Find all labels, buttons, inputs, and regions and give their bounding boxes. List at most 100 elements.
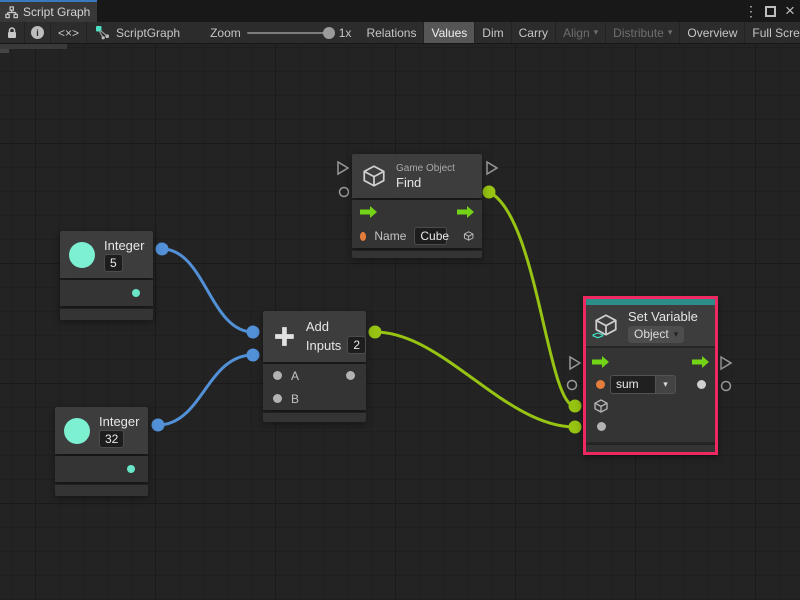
value-input-port[interactable] <box>568 381 577 390</box>
value-output-port[interactable] <box>722 382 731 391</box>
wire-integer32-to-add-b[interactable] <box>158 355 253 425</box>
variable-scope-dropdown[interactable]: Object ▾ <box>628 326 684 343</box>
node-title: Integer <box>99 414 139 429</box>
node-footer <box>60 308 153 320</box>
node-title: Add <box>306 319 366 334</box>
sum-output-port[interactable] <box>346 371 355 380</box>
distribute-button[interactable]: Distribute▾ <box>606 22 680 43</box>
close-icon[interactable]: × <box>782 1 798 21</box>
code-icon: <×> <box>58 26 79 40</box>
graph-name-label: ScriptGraph <box>116 26 180 40</box>
wire-cap <box>569 421 582 434</box>
node-set-variable[interactable]: <> Set Variable Object ▾ sum ▾ <box>583 296 718 455</box>
dim-button[interactable]: Dim <box>475 22 511 43</box>
value-output-port[interactable] <box>697 380 706 389</box>
node-title: Integer <box>104 238 144 253</box>
carry-button[interactable]: Carry <box>512 22 556 43</box>
plus-icon <box>272 324 297 349</box>
node-add[interactable]: Add Inputs 2 A B <box>263 311 366 422</box>
flow-input-port[interactable] <box>570 357 580 369</box>
inputs-count-field[interactable]: 2 <box>347 336 366 354</box>
node-footer <box>352 250 482 258</box>
zoom-slider-handle[interactable] <box>323 27 335 39</box>
input-port-a[interactable] <box>273 371 282 380</box>
chevron-down-icon: ▾ <box>663 379 668 390</box>
gameobject-cube-icon <box>361 163 387 189</box>
node-footer <box>586 444 715 452</box>
value-output-port[interactable] <box>127 465 135 473</box>
gameobject-output-port[interactable] <box>463 228 474 244</box>
input-port-b[interactable] <box>273 394 282 403</box>
integer-type-icon <box>69 242 95 268</box>
align-button[interactable]: Align▾ <box>556 22 606 43</box>
node-integer-5[interactable]: Integer 5 <box>60 231 153 320</box>
value-output-port[interactable] <box>132 289 140 297</box>
wire-cap <box>152 419 165 432</box>
zoom-value: 1x <box>339 26 352 40</box>
wire-cap <box>247 349 260 362</box>
inputs-label: Inputs <box>306 338 341 353</box>
port-label-a: A <box>291 369 299 383</box>
script-graph-icon <box>95 25 110 40</box>
variable-badge-icon: <> <box>592 330 603 342</box>
window-titlebar: Script Graph ⋮ × <box>0 0 800 22</box>
gameobject-input-port[interactable] <box>593 398 609 414</box>
code-view-button[interactable]: <×> <box>51 22 87 43</box>
node-title: Find <box>396 175 455 190</box>
wire-add-to-setvariable[interactable] <box>375 332 575 427</box>
flow-in-arrow-icon[interactable] <box>592 356 609 368</box>
wire-integer5-to-add-a[interactable] <box>162 249 253 332</box>
chevron-down-icon: ▾ <box>674 329 679 340</box>
info-icon: i <box>31 26 44 39</box>
wire-cap <box>156 243 169 256</box>
node-footer <box>55 484 148 496</box>
variable-name-port[interactable] <box>596 380 605 389</box>
overview-button[interactable]: Overview <box>680 22 745 43</box>
port-label-b: B <box>291 392 299 406</box>
lock-icon <box>6 26 18 40</box>
lock-button[interactable] <box>0 22 25 43</box>
wire-cap <box>369 326 382 339</box>
maximize-icon[interactable] <box>765 6 776 17</box>
integer-value-field[interactable]: 32 <box>99 430 124 448</box>
value-input-port[interactable] <box>340 188 349 197</box>
tab-script-graph[interactable]: Script Graph <box>0 0 97 22</box>
zoom-slider[interactable] <box>247 32 333 34</box>
graph-hierarchy-icon <box>5 6 18 19</box>
flow-output-port[interactable] <box>721 357 731 369</box>
wire-find-to-setvariable[interactable] <box>489 192 575 406</box>
wire-cap <box>569 400 582 413</box>
flow-out-arrow-icon[interactable] <box>457 206 474 218</box>
graph-toolbar: i <×> ScriptGraph Zoom 1x Relations Valu… <box>0 22 800 44</box>
kebab-menu-icon[interactable]: ⋮ <box>743 1 759 21</box>
integer-value-field[interactable]: 5 <box>104 254 123 272</box>
graph-reference[interactable]: ScriptGraph <box>87 22 188 43</box>
wire-cap <box>483 186 496 199</box>
values-button[interactable]: Values <box>424 22 475 43</box>
fullscreen-button[interactable]: Full Screen <box>745 22 800 43</box>
tab-label: Script Graph <box>23 5 90 19</box>
integer-type-icon <box>64 418 90 444</box>
name-value-field[interactable]: Cube <box>414 227 446 245</box>
chevron-down-icon: ▾ <box>668 27 673 38</box>
chevron-down-icon: ▾ <box>594 27 599 38</box>
flow-in-arrow-icon[interactable] <box>360 206 377 218</box>
variable-name-dropdown[interactable]: sum ▾ <box>610 375 676 394</box>
zoom-label: Zoom <box>210 26 241 40</box>
wire-cap <box>247 326 260 339</box>
flow-out-arrow-icon[interactable] <box>692 356 709 368</box>
info-button[interactable]: i <box>25 22 51 43</box>
node-integer-32[interactable]: Integer 32 <box>55 407 148 496</box>
zoom-control: Zoom 1x <box>202 22 359 43</box>
relations-button[interactable]: Relations <box>359 22 424 43</box>
name-label: Name <box>374 229 406 243</box>
graph-canvas[interactable]: Integer 5 Integer 32 Add <box>0 44 800 600</box>
node-category: Game Object <box>396 163 455 174</box>
node-gameobject-find[interactable]: Game Object Find Name Cube <box>352 154 482 258</box>
node-footer <box>263 412 366 422</box>
flow-output-port[interactable] <box>487 162 497 174</box>
value-input-port[interactable] <box>597 422 606 431</box>
flow-input-port[interactable] <box>338 162 348 174</box>
node-title: Set Variable <box>628 309 698 324</box>
name-input-port[interactable] <box>360 232 366 241</box>
